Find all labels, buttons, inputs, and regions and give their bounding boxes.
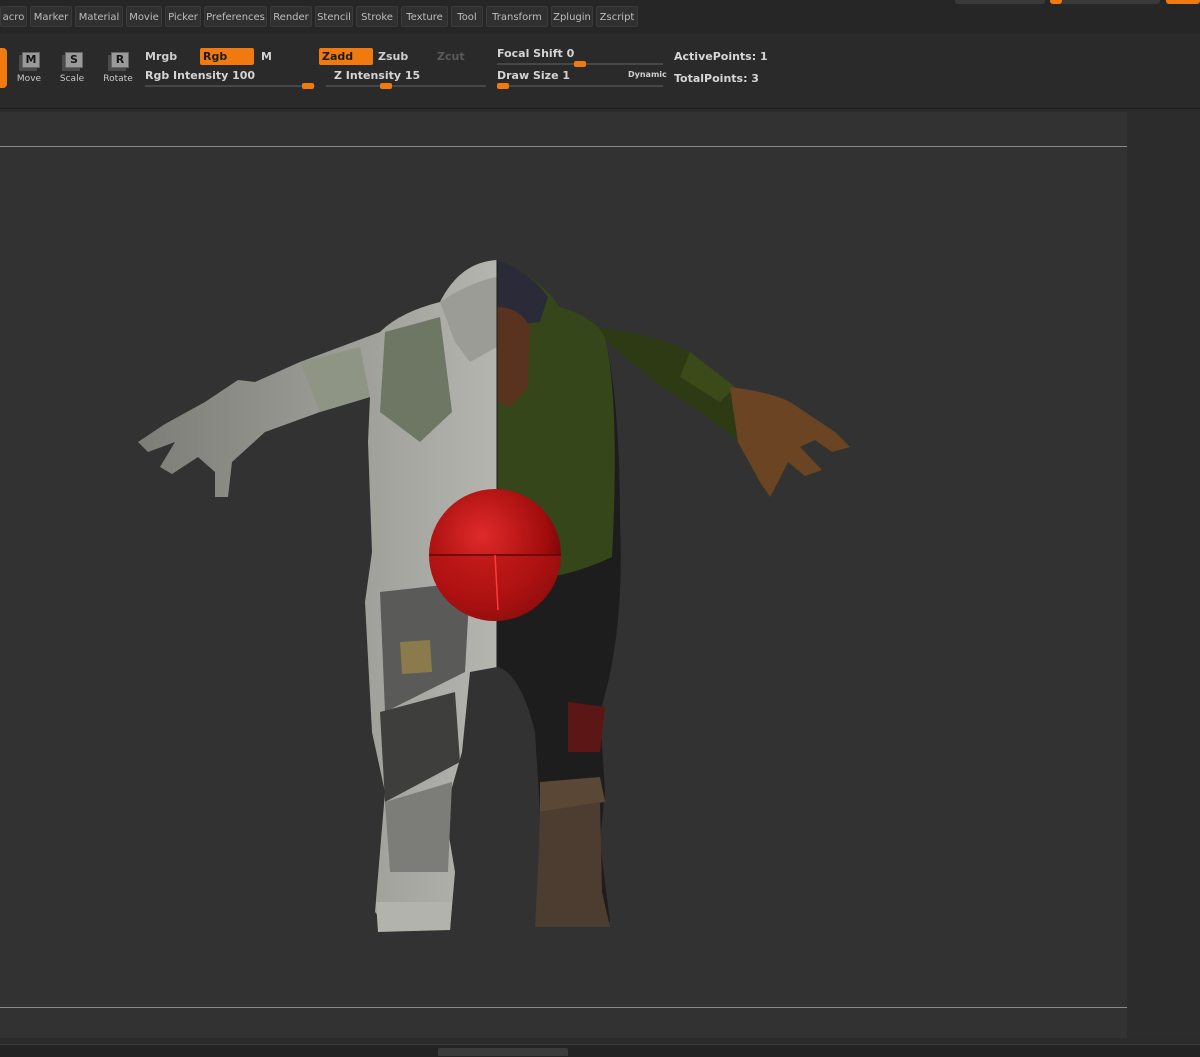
rotate-label: Rotate xyxy=(103,74,133,84)
dynamic-toggle[interactable]: Dynamic xyxy=(628,70,667,79)
zadd-button[interactable]: Zadd xyxy=(319,48,373,65)
menu-stencil[interactable]: Stencil xyxy=(315,6,353,27)
scale-label: Scale xyxy=(59,74,85,84)
focal-shift-slider[interactable] xyxy=(497,61,663,67)
draw-size-slider[interactable] xyxy=(497,83,663,89)
move-label: Move xyxy=(16,74,42,84)
zsub-button[interactable]: Zsub xyxy=(375,48,431,65)
model-polygon-half xyxy=(138,260,497,932)
sculpt-model[interactable] xyxy=(0,112,1127,1038)
menu-zplugin[interactable]: Zplugin xyxy=(551,6,593,27)
rgb-button[interactable]: Rgb xyxy=(200,48,254,65)
top-slider-track-2[interactable] xyxy=(1050,0,1160,4)
rotate-gizmo-icon: R xyxy=(111,52,129,68)
focal-shift-knob[interactable] xyxy=(574,61,586,67)
m-button[interactable]: M xyxy=(258,48,316,65)
draw-size-knob[interactable] xyxy=(497,83,509,89)
top-shelf: M Move S Scale R Rotate Mrgb Rgb M Zadd … xyxy=(0,34,1200,109)
move-button[interactable]: M Move xyxy=(9,52,49,88)
mrgb-button[interactable]: Mrgb xyxy=(142,48,196,65)
menu-picker[interactable]: Picker xyxy=(165,6,201,27)
focal-shift-label: Focal Shift 0 xyxy=(497,47,575,60)
menu-tool[interactable]: Tool xyxy=(451,6,483,27)
rgb-intensity-label: Rgb Intensity 100 xyxy=(145,69,256,82)
top-slider-track[interactable] xyxy=(955,0,1045,4)
scale-button[interactable]: S Scale xyxy=(52,52,92,88)
rgb-intensity-knob[interactable] xyxy=(302,83,314,89)
top-right-button[interactable] xyxy=(1166,0,1200,4)
z-intensity-knob[interactable] xyxy=(380,83,392,89)
menu-stroke[interactable]: Stroke xyxy=(356,6,398,27)
scale-gizmo-icon: S xyxy=(65,52,83,68)
bottom-tray-handle[interactable] xyxy=(438,1048,568,1056)
menu-bar: acro Marker Material Movie Picker Prefer… xyxy=(0,0,1200,34)
rgb-intensity-slider[interactable] xyxy=(145,83,315,89)
zcut-button[interactable]: Zcut xyxy=(434,48,486,65)
right-tray xyxy=(1127,112,1200,1038)
rotate-button[interactable]: R Rotate xyxy=(98,52,138,88)
bottom-tray xyxy=(0,1044,1200,1057)
active-points-readout: ActivePoints: 1 xyxy=(674,50,768,63)
menu-texture[interactable]: Texture xyxy=(401,6,448,27)
menu-render[interactable]: Render xyxy=(270,6,312,27)
move-gizmo-icon: M xyxy=(22,52,40,68)
z-intensity-slider[interactable] xyxy=(326,83,486,89)
menu-zscript[interactable]: Zscript xyxy=(596,6,638,27)
model-textured-half xyxy=(497,260,850,927)
menu-material[interactable]: Material xyxy=(75,6,123,27)
menu-movie[interactable]: Movie xyxy=(126,6,162,27)
top-slider-knob[interactable] xyxy=(1050,0,1062,4)
menu-preferences[interactable]: Preferences xyxy=(204,6,267,27)
z-intensity-label: Z Intensity 15 xyxy=(334,69,421,82)
menu-transform[interactable]: Transform xyxy=(486,6,548,27)
draw-size-label: Draw Size 1 xyxy=(497,69,571,82)
brush-cursor-sphere xyxy=(429,489,561,621)
edit-mode-button[interactable] xyxy=(0,48,7,88)
total-points-readout: TotalPoints: 3 xyxy=(674,72,759,85)
menu-macro[interactable]: acro xyxy=(0,6,27,27)
menu-marker[interactable]: Marker xyxy=(30,6,72,27)
